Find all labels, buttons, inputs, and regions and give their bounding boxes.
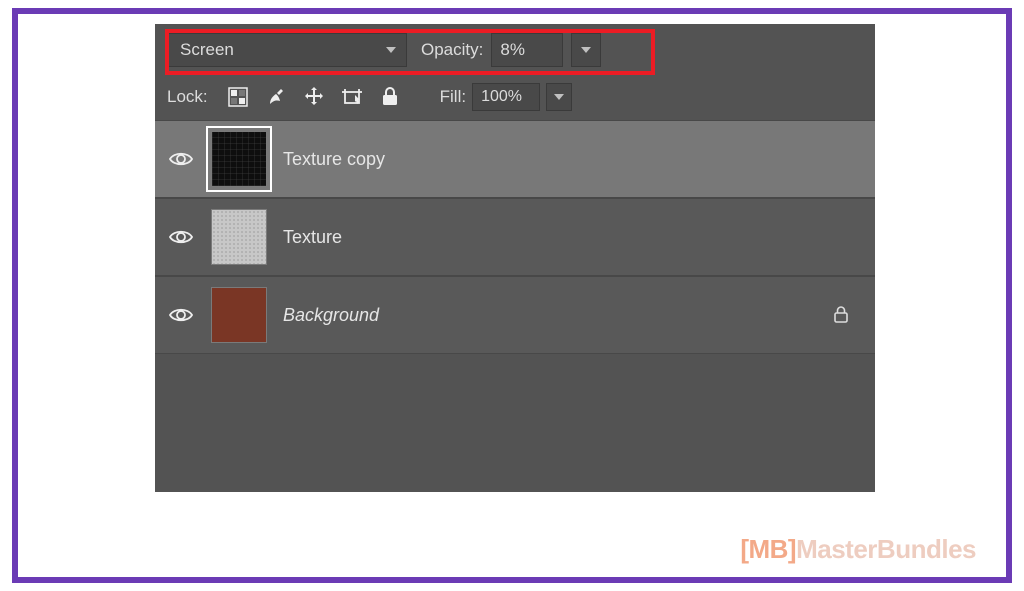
layer-thumbnail[interactable] (211, 287, 267, 343)
chevron-down-icon (581, 47, 591, 53)
lock-fill-row: Lock: Fill: (155, 76, 875, 118)
lock-pixels-button[interactable] (264, 85, 288, 109)
fill-section: Fill: 100% (440, 83, 572, 111)
fill-value-text: 100% (481, 88, 522, 106)
watermark-bracket-open: [ (740, 534, 748, 565)
opacity-value-text: 8% (500, 40, 525, 60)
lock-icon (829, 303, 853, 327)
lock-all-button[interactable] (378, 85, 402, 109)
layer-name[interactable]: Background (283, 305, 813, 326)
chevron-down-icon (554, 94, 564, 100)
lock-artboard-button[interactable] (340, 85, 364, 109)
lock-transparency-button[interactable] (226, 85, 250, 109)
layers-panel: Screen Opacity: 8% Lock: (155, 24, 875, 492)
visibility-toggle[interactable] (167, 145, 195, 173)
layer-name[interactable]: Texture (283, 227, 863, 248)
blend-mode-dropdown[interactable]: Screen (167, 33, 407, 67)
layer-name[interactable]: Texture copy (283, 149, 863, 170)
layer-thumbnail[interactable] (211, 131, 267, 187)
layers-list: Texture copy Texture Background (155, 120, 875, 354)
fill-dropdown-button[interactable] (546, 83, 572, 111)
watermark-text-master: Master (796, 534, 877, 565)
visibility-toggle[interactable] (167, 301, 195, 329)
watermark: [ MB ] Master Bundles (740, 534, 976, 565)
lock-label: Lock: (167, 87, 208, 107)
blend-mode-value: Screen (180, 40, 234, 60)
watermark-bracket-close: ] (788, 534, 796, 565)
layer-row[interactable]: Background (155, 276, 875, 354)
opacity-dropdown-button[interactable] (571, 33, 601, 67)
visibility-toggle[interactable] (167, 223, 195, 251)
opacity-label: Opacity: (421, 40, 483, 60)
opacity-input[interactable]: 8% (491, 33, 563, 67)
watermark-text-bundles: Bundles (877, 534, 976, 565)
outer-frame: Screen Opacity: 8% Lock: (12, 8, 1012, 583)
watermark-mb: MB (748, 534, 787, 565)
blend-opacity-row: Screen Opacity: 8% (155, 24, 875, 76)
layer-row[interactable]: Texture copy (155, 120, 875, 198)
fill-label: Fill: (440, 87, 466, 107)
chevron-down-icon (386, 47, 396, 53)
fill-input[interactable]: 100% (472, 83, 540, 111)
lock-icons-group (226, 85, 402, 109)
lock-position-button[interactable] (302, 85, 326, 109)
layer-row[interactable]: Texture (155, 198, 875, 276)
layer-thumbnail[interactable] (211, 209, 267, 265)
